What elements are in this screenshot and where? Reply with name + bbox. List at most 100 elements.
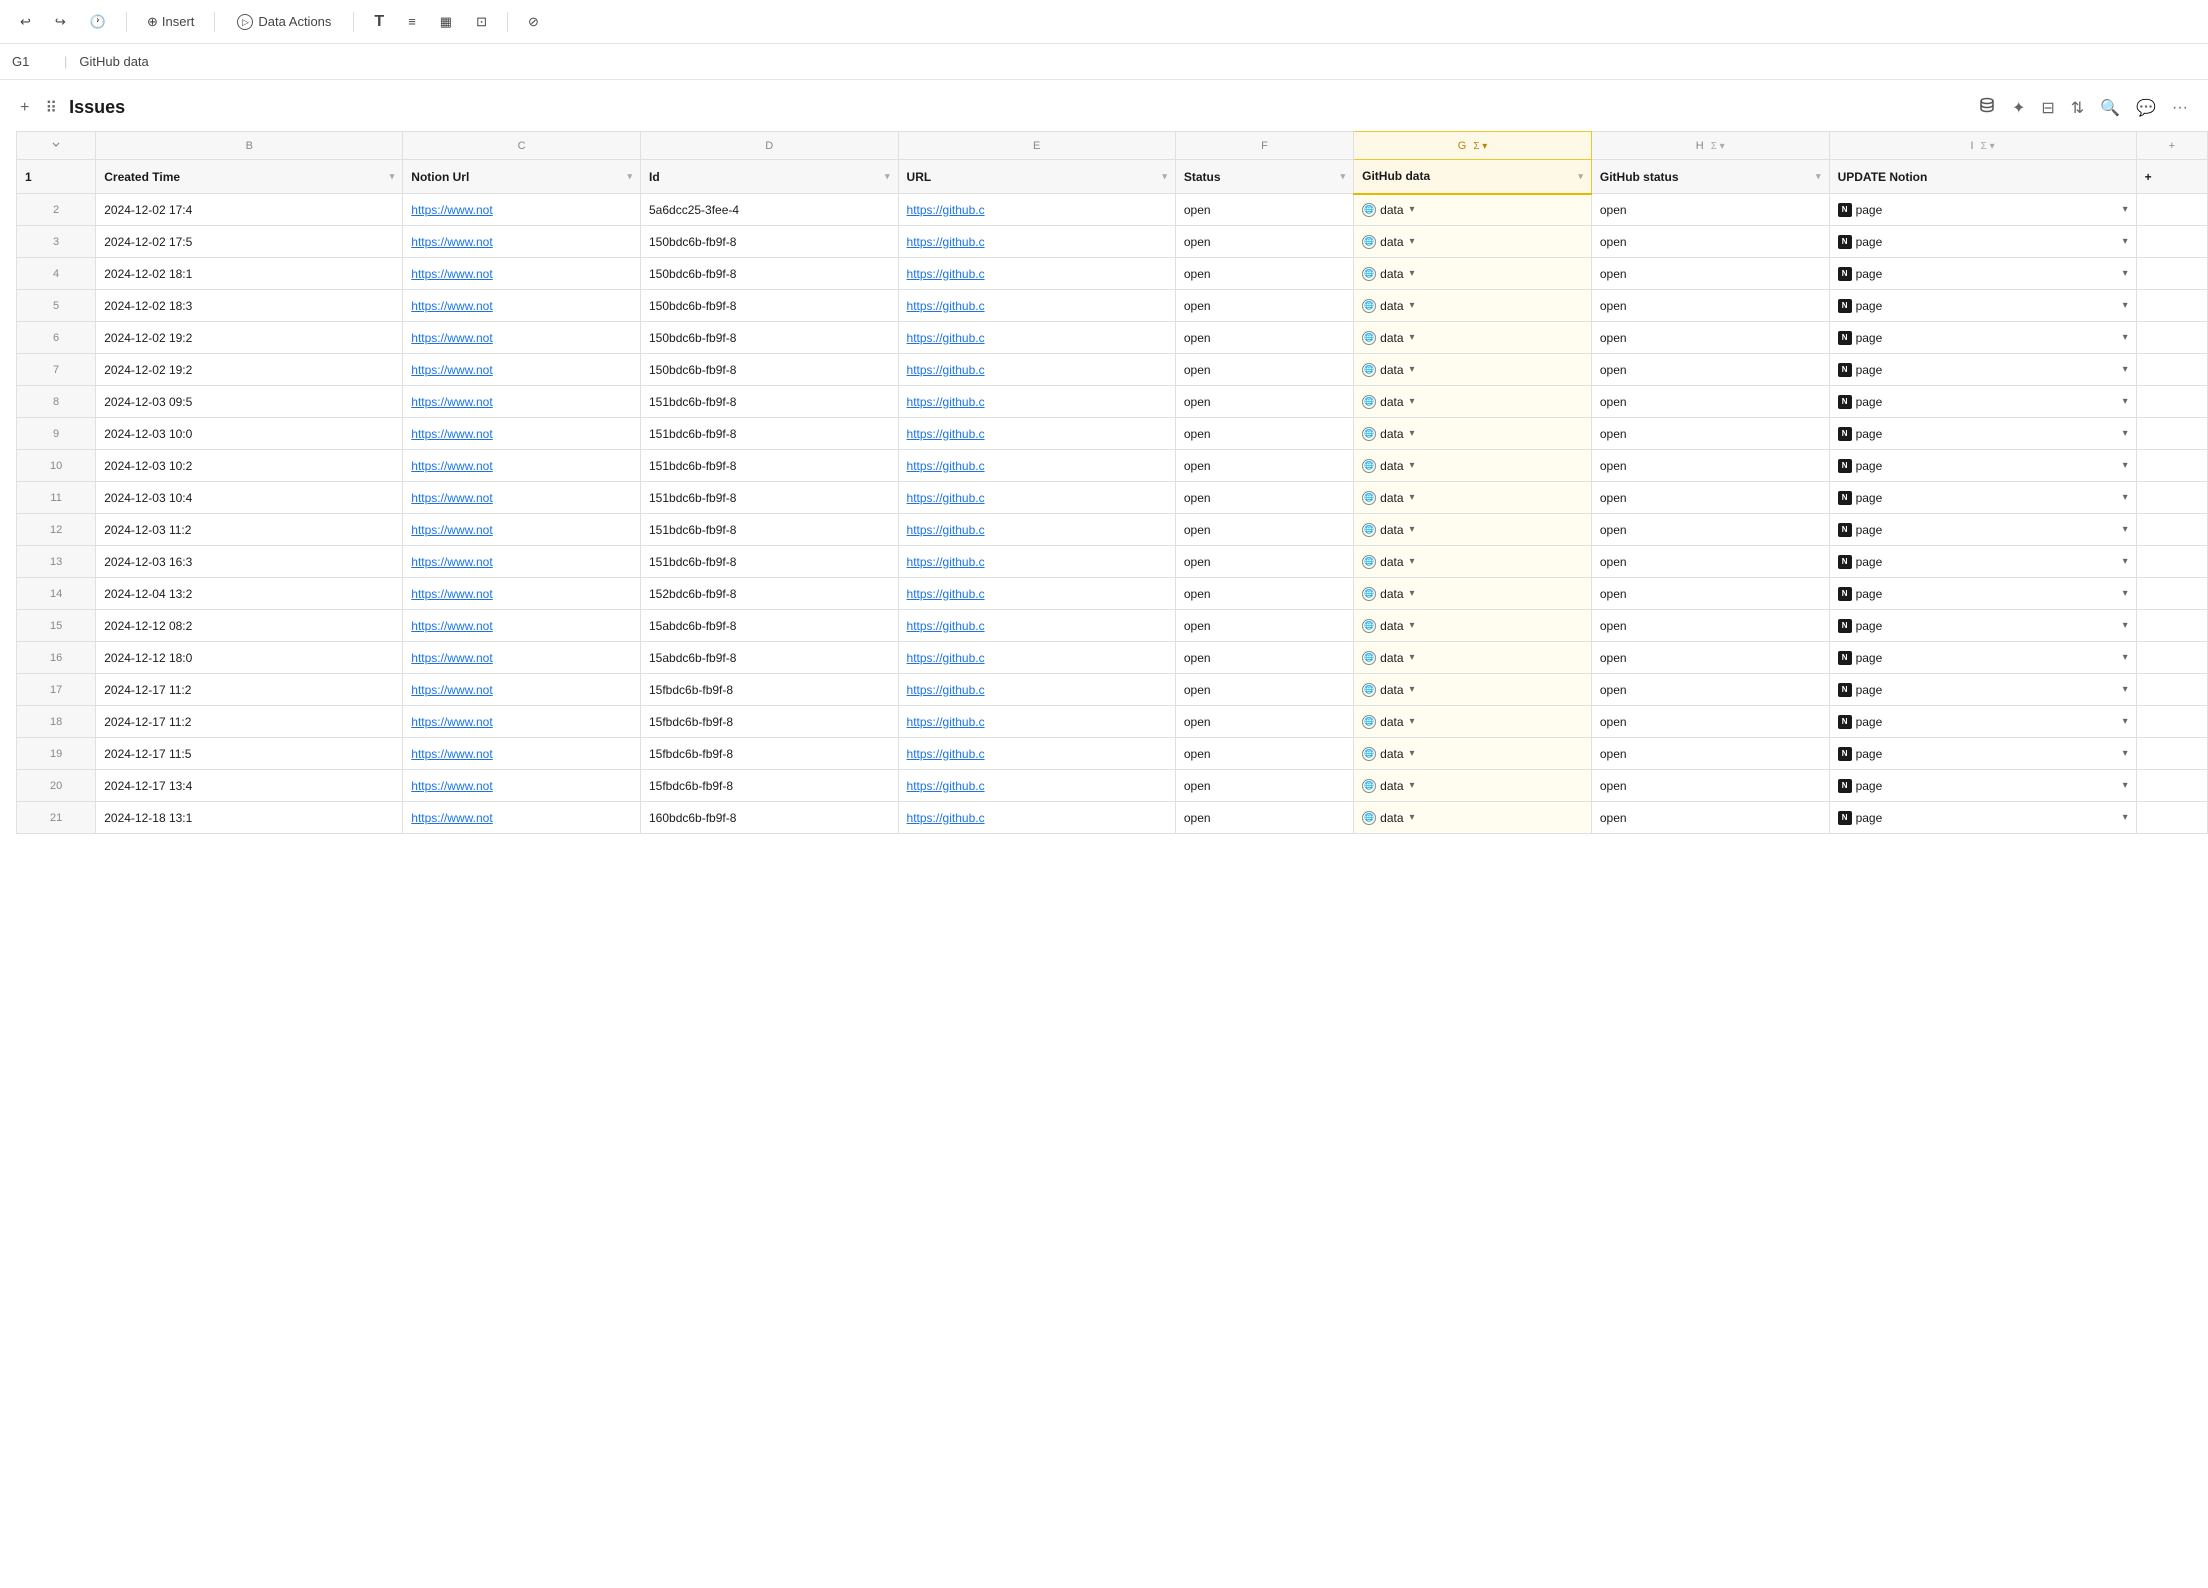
cell-created-time[interactable]: 2024-12-02 19:2 <box>96 354 403 386</box>
cell-status[interactable]: open <box>1175 802 1353 834</box>
col-letter-i[interactable]: I Σ ▾ <box>1829 132 2136 160</box>
cell-github-status[interactable]: open <box>1591 802 1829 834</box>
cell-url[interactable]: https://github.c <box>898 770 1175 802</box>
cell-url[interactable]: https://github.c <box>898 738 1175 770</box>
cell-notion-url[interactable]: https://www.not <box>403 514 641 546</box>
update-notion-dropdown-arrow[interactable]: ▾ <box>2123 812 2128 823</box>
cell-created-time[interactable]: 2024-12-17 13:4 <box>96 770 403 802</box>
cell-update-notion[interactable]: N page ▾ <box>1829 290 2136 322</box>
github-data-dropdown-arrow[interactable]: ▾ <box>1410 716 1415 727</box>
cell-id[interactable]: 151bdc6b-fb9f-8 <box>641 482 899 514</box>
cell-github-status[interactable]: open <box>1591 194 1829 226</box>
cell-status[interactable]: open <box>1175 514 1353 546</box>
cell-id[interactable]: 5a6dcc25-3fee-4 <box>641 194 899 226</box>
update-notion-dropdown-arrow[interactable]: ▾ <box>2123 556 2128 567</box>
github-data-dropdown-arrow[interactable]: ▾ <box>1410 556 1415 567</box>
col-header-notion-url[interactable]: Notion Url ▾ <box>403 160 641 194</box>
cell-update-notion[interactable]: N page ▾ <box>1829 258 2136 290</box>
cell-github-status[interactable]: open <box>1591 642 1829 674</box>
cell-github-data[interactable]: 🌐 data ▾ <box>1354 386 1592 418</box>
cell-id[interactable]: 15fbdc6b-fb9f-8 <box>641 706 899 738</box>
cell-created-time[interactable]: 2024-12-03 10:2 <box>96 450 403 482</box>
cell-notion-url[interactable]: https://www.not <box>403 738 641 770</box>
github-data-dropdown-arrow[interactable]: ▾ <box>1410 588 1415 599</box>
col-letter-e[interactable]: E <box>898 132 1175 160</box>
cell-url[interactable]: https://github.c <box>898 802 1175 834</box>
col-letter-d[interactable]: D <box>641 132 899 160</box>
col-add-header[interactable]: + <box>2136 132 2207 160</box>
col-header-created-time[interactable]: Created Time ▾ <box>96 160 403 194</box>
cell-url[interactable]: https://github.c <box>898 194 1175 226</box>
cell-update-notion[interactable]: N page ▾ <box>1829 194 2136 226</box>
cell-update-notion[interactable]: N page ▾ <box>1829 322 2136 354</box>
github-data-dropdown-arrow[interactable]: ▾ <box>1410 300 1415 311</box>
cell-notion-url[interactable]: https://www.not <box>403 482 641 514</box>
cell-github-data[interactable]: 🌐 data ▾ <box>1354 642 1592 674</box>
update-notion-dropdown-arrow[interactable]: ▾ <box>2123 748 2128 759</box>
more-icon-button[interactable]: ··· <box>2168 95 2192 121</box>
cell-notion-url[interactable]: https://www.not <box>403 418 641 450</box>
update-notion-dropdown-arrow[interactable]: ▾ <box>2123 652 2128 663</box>
cell-update-notion[interactable]: N page ▾ <box>1829 642 2136 674</box>
github-data-dropdown-arrow[interactable]: ▾ <box>1410 236 1415 247</box>
cell-id[interactable]: 15abdc6b-fb9f-8 <box>641 642 899 674</box>
cell-notion-url[interactable]: https://www.not <box>403 226 641 258</box>
github-data-dropdown-arrow[interactable]: ▾ <box>1410 780 1415 791</box>
cell-github-data[interactable]: 🌐 data ▾ <box>1354 674 1592 706</box>
search-icon-button[interactable]: 🔍 <box>2096 94 2124 122</box>
update-notion-dropdown-arrow[interactable]: ▾ <box>2123 268 2128 279</box>
cell-id[interactable]: 151bdc6b-fb9f-8 <box>641 514 899 546</box>
history-button[interactable]: 🕐 <box>82 10 114 34</box>
cell-github-status[interactable]: open <box>1591 706 1829 738</box>
cell-created-time[interactable]: 2024-12-02 18:3 <box>96 290 403 322</box>
github-data-dropdown-arrow[interactable]: ▾ <box>1410 204 1415 215</box>
cell-github-data[interactable]: 🌐 data ▾ <box>1354 578 1592 610</box>
cell-url[interactable]: https://github.c <box>898 610 1175 642</box>
update-notion-dropdown-arrow[interactable]: ▾ <box>2123 300 2128 311</box>
cell-url[interactable]: https://github.c <box>898 514 1175 546</box>
cell-created-time[interactable]: 2024-12-02 17:4 <box>96 194 403 226</box>
cell-id[interactable]: 150bdc6b-fb9f-8 <box>641 354 899 386</box>
update-notion-dropdown-arrow[interactable]: ▾ <box>2123 460 2128 471</box>
cell-github-data[interactable]: 🌐 data ▾ <box>1354 258 1592 290</box>
cell-notion-url[interactable]: https://www.not <box>403 770 641 802</box>
github-data-dropdown-arrow[interactable]: ▾ <box>1410 652 1415 663</box>
cell-url[interactable]: https://github.c <box>898 386 1175 418</box>
cell-id[interactable]: 150bdc6b-fb9f-8 <box>641 290 899 322</box>
github-data-dropdown-arrow[interactable]: ▾ <box>1410 492 1415 503</box>
cell-github-status[interactable]: open <box>1591 610 1829 642</box>
cell-github-status[interactable]: open <box>1591 738 1829 770</box>
formula-button[interactable]: ⊘ <box>520 10 547 34</box>
cell-status[interactable]: open <box>1175 546 1353 578</box>
col-letter-h[interactable]: H Σ ▾ <box>1591 132 1829 160</box>
cell-github-status[interactable]: open <box>1591 674 1829 706</box>
drag-handle-icon[interactable]: ⠿ <box>41 94 61 122</box>
cell-created-time[interactable]: 2024-12-17 11:5 <box>96 738 403 770</box>
cell-github-status[interactable]: open <box>1591 450 1829 482</box>
text-format-button[interactable]: T <box>366 9 392 35</box>
cell-id[interactable]: 151bdc6b-fb9f-8 <box>641 418 899 450</box>
update-notion-dropdown-arrow[interactable]: ▾ <box>2123 428 2128 439</box>
update-notion-dropdown-arrow[interactable]: ▾ <box>2123 236 2128 247</box>
filter-icon-button[interactable]: ⊟ <box>2037 94 2058 122</box>
comment-icon-button[interactable]: 💬 <box>2132 94 2160 122</box>
cell-status[interactable]: open <box>1175 322 1353 354</box>
col-letter-f[interactable]: F <box>1175 132 1353 160</box>
update-notion-dropdown-arrow[interactable]: ▾ <box>2123 684 2128 695</box>
cell-github-data[interactable]: 🌐 data ▾ <box>1354 738 1592 770</box>
sort-icon-button[interactable]: ⇅ <box>2067 94 2088 122</box>
cell-github-data[interactable]: 🌐 data ▾ <box>1354 226 1592 258</box>
cell-github-status[interactable]: open <box>1591 322 1829 354</box>
cell-url[interactable]: https://github.c <box>898 706 1175 738</box>
cell-url[interactable]: https://github.c <box>898 482 1175 514</box>
cell-update-notion[interactable]: N page ▾ <box>1829 450 2136 482</box>
update-notion-dropdown-arrow[interactable]: ▾ <box>2123 524 2128 535</box>
col-letter-g[interactable]: G Σ ▾ <box>1354 132 1592 160</box>
cell-url[interactable]: https://github.c <box>898 290 1175 322</box>
cell-notion-url[interactable]: https://www.not <box>403 578 641 610</box>
cell-github-status[interactable]: open <box>1591 290 1829 322</box>
col-header-github-status[interactable]: GitHub status ▾ <box>1591 160 1829 194</box>
cell-update-notion[interactable]: N page ▾ <box>1829 546 2136 578</box>
cell-github-status[interactable]: open <box>1591 482 1829 514</box>
cell-github-data[interactable]: 🌐 data ▾ <box>1354 802 1592 834</box>
